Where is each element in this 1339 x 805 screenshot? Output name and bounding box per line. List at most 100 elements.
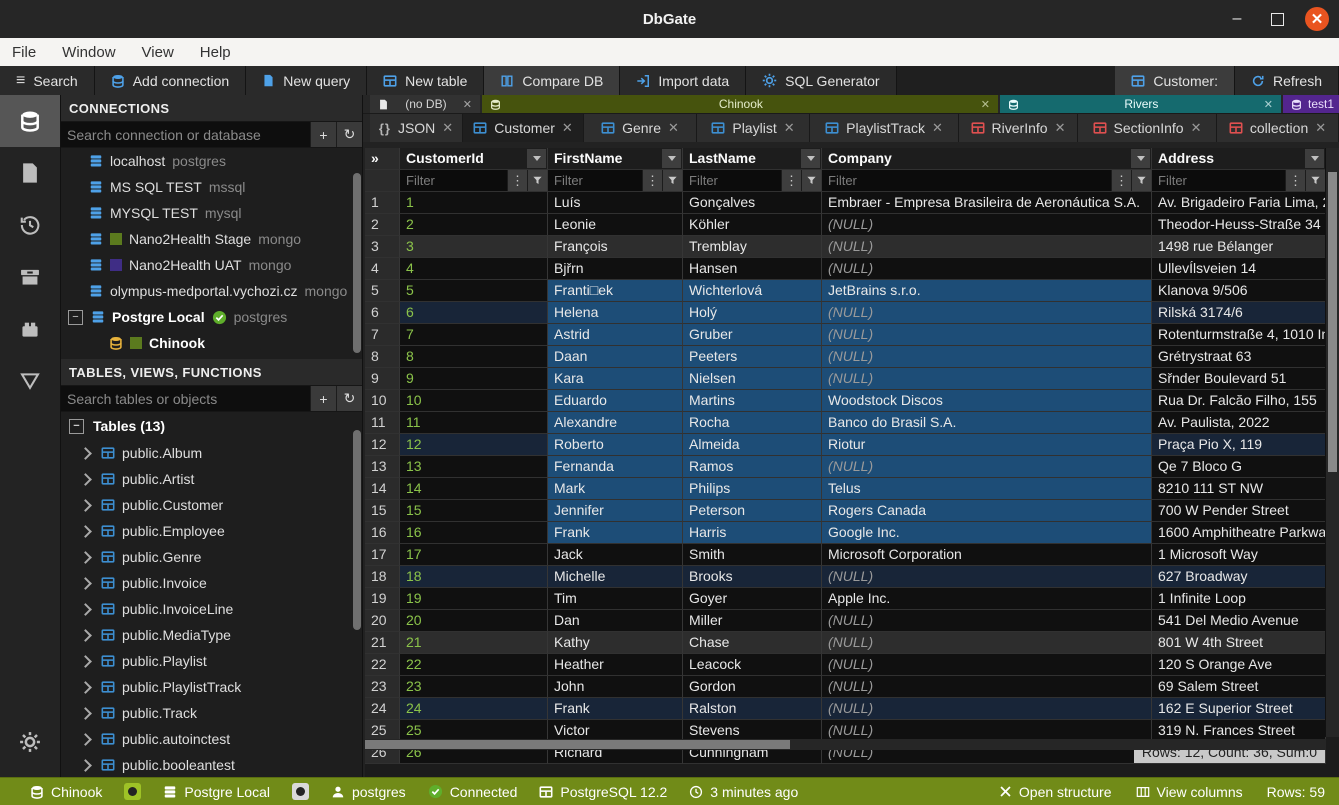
table-item-public-artist[interactable]: public.Artist — [61, 466, 362, 492]
row-number[interactable]: 4 — [365, 258, 400, 280]
collapse-icon[interactable]: − — [68, 310, 83, 325]
cell-customerid[interactable]: 4 — [400, 258, 548, 280]
row-number[interactable]: 6 — [365, 302, 400, 324]
toolbar-button-import-data[interactable]: Import data — [620, 66, 746, 95]
cell-customerid[interactable]: 10 — [400, 390, 548, 412]
status-item-postgresql-12-2[interactable]: PostgreSQL 12.2 — [539, 784, 667, 800]
close-icon[interactable]: ✕ — [463, 98, 472, 111]
tables-scrollbar[interactable] — [353, 430, 361, 630]
cell-lastname[interactable]: Brooks — [683, 566, 822, 588]
tab-sectioninfo[interactable]: SectionInfo✕ — [1078, 114, 1217, 142]
cell-customerid[interactable]: 19 — [400, 588, 548, 610]
column-header-lastname[interactable]: LastName — [683, 148, 822, 170]
cell-address[interactable]: Av. Paulista, 2022 — [1152, 412, 1326, 434]
filter-input-address[interactable] — [1152, 170, 1285, 191]
row-number[interactable]: 20 — [365, 610, 400, 632]
row-number[interactable]: 1 — [365, 192, 400, 214]
toolbar-button-customer[interactable]: Customer: — [1115, 66, 1235, 95]
status-item-open-structure[interactable]: Open structure — [999, 784, 1112, 800]
cell-firstname[interactable]: John — [548, 676, 683, 698]
cell-lastname[interactable]: Gonçalves — [683, 192, 822, 214]
history-icon[interactable] — [0, 199, 60, 251]
tab-playlist[interactable]: Playlist✕ — [697, 114, 810, 142]
cell-customerid[interactable]: 24 — [400, 698, 548, 720]
cell-address[interactable]: 1 Infinite Loop — [1152, 588, 1326, 610]
cell-address[interactable]: Sřnder Boulevard 51 — [1152, 368, 1326, 390]
cell-firstname[interactable]: Bjřrn — [548, 258, 683, 280]
toolbar-button-sql-generator[interactable]: SQL Generator — [746, 66, 896, 95]
toolbar-button-add-connection[interactable]: Add connection — [95, 66, 247, 95]
cell-company[interactable]: (NULL) — [822, 632, 1152, 654]
close-icon[interactable]: ✕ — [981, 98, 990, 111]
database-tab-chinook[interactable]: Chinook✕ — [482, 95, 998, 113]
add-connection-icon[interactable]: + — [310, 122, 336, 147]
cell-customerid[interactable]: 15 — [400, 500, 548, 522]
chevron-right-icon[interactable] — [79, 655, 92, 668]
cell-firstname[interactable]: Mark — [548, 478, 683, 500]
cell-lastname[interactable]: Ramos — [683, 456, 822, 478]
cell-lastname[interactable]: Peterson — [683, 500, 822, 522]
toolbar-button-refresh[interactable]: Refresh — [1235, 66, 1339, 95]
cell-customerid[interactable]: 13 — [400, 456, 548, 478]
close-icon[interactable]: ✕ — [1055, 120, 1066, 136]
funnel-icon[interactable] — [1305, 170, 1325, 191]
cell-company[interactable]: (NULL) — [822, 698, 1152, 720]
column-menu-icon[interactable] — [662, 149, 681, 168]
menu-item-view[interactable]: View — [142, 44, 174, 61]
funnel-icon[interactable] — [1131, 170, 1151, 191]
cell-lastname[interactable]: Miller — [683, 610, 822, 632]
chevron-right-icon[interactable] — [79, 681, 92, 694]
cell-lastname[interactable]: Köhler — [683, 214, 822, 236]
cell-company[interactable]: (NULL) — [822, 654, 1152, 676]
row-number[interactable]: 15 — [365, 500, 400, 522]
cell-customerid[interactable]: 17 — [400, 544, 548, 566]
row-number[interactable]: 2 — [365, 214, 400, 236]
table-item-public-track[interactable]: public.Track — [61, 700, 362, 726]
file-icon[interactable] — [0, 147, 60, 199]
cell-lastname[interactable]: Leacock — [683, 654, 822, 676]
cell-firstname[interactable]: Michelle — [548, 566, 683, 588]
archive-icon[interactable] — [0, 251, 60, 303]
table-item-public-invoice[interactable]: public.Invoice — [61, 570, 362, 596]
cell-customerid[interactable]: 9 — [400, 368, 548, 390]
cell-company[interactable]: Embraer - Empresa Brasileira de Aeronáut… — [822, 192, 1152, 214]
cell-address[interactable]: Grétrystraat 63 — [1152, 346, 1326, 368]
cell-customerid[interactable]: 14 — [400, 478, 548, 500]
tab-genre[interactable]: Genre✕ — [584, 114, 697, 142]
filter-menu-icon[interactable]: ⋮ — [507, 170, 527, 191]
cell-lastname[interactable]: Wichterlová — [683, 280, 822, 302]
cell-company[interactable]: Riotur — [822, 434, 1152, 456]
toolbar-button-search[interactable]: ≡Search — [0, 66, 95, 95]
table-item-public-playlist[interactable]: public.Playlist — [61, 648, 362, 674]
row-number[interactable]: 19 — [365, 588, 400, 610]
table-item-public-album[interactable]: public.Album — [61, 440, 362, 466]
cell-firstname[interactable]: Franti□ek — [548, 280, 683, 302]
cell-customerid[interactable]: 5 — [400, 280, 548, 302]
row-number[interactable]: 9 — [365, 368, 400, 390]
cell-customerid[interactable]: 23 — [400, 676, 548, 698]
cell-customerid[interactable]: 1 — [400, 192, 548, 214]
cell-address[interactable]: 541 Del Medio Avenue — [1152, 610, 1326, 632]
cell-customerid[interactable]: 12 — [400, 434, 548, 456]
table-item-public-employee[interactable]: public.Employee — [61, 518, 362, 544]
cell-company[interactable]: (NULL) — [822, 368, 1152, 390]
cell-lastname[interactable]: Gordon — [683, 676, 822, 698]
filter-menu-icon[interactable]: ⋮ — [1111, 170, 1131, 191]
close-icon[interactable]: ✕ — [442, 120, 453, 136]
connection-item-mysql-test[interactable]: MYSQL TESTmysql — [61, 200, 362, 226]
cell-address[interactable]: Rua Dr. Falcăo Filho, 155 — [1152, 390, 1326, 412]
grid-horizontal-scrollbar-thumb[interactable] — [365, 740, 790, 749]
cell-firstname[interactable]: Kathy — [548, 632, 683, 654]
row-number[interactable]: 18 — [365, 566, 400, 588]
filter-icon[interactable] — [0, 355, 60, 407]
chevron-right-icon[interactable] — [79, 499, 92, 512]
column-menu-icon[interactable] — [801, 149, 820, 168]
column-header-firstname[interactable]: FirstName — [548, 148, 683, 170]
cell-customerid[interactable]: 21 — [400, 632, 548, 654]
cell-firstname[interactable]: Daan — [548, 346, 683, 368]
column-menu-icon[interactable] — [1131, 149, 1150, 168]
cell-firstname[interactable]: Frank — [548, 522, 683, 544]
cell-firstname[interactable]: Leonie — [548, 214, 683, 236]
close-icon[interactable]: ✕ — [1264, 98, 1273, 111]
column-menu-icon[interactable] — [1305, 149, 1324, 168]
